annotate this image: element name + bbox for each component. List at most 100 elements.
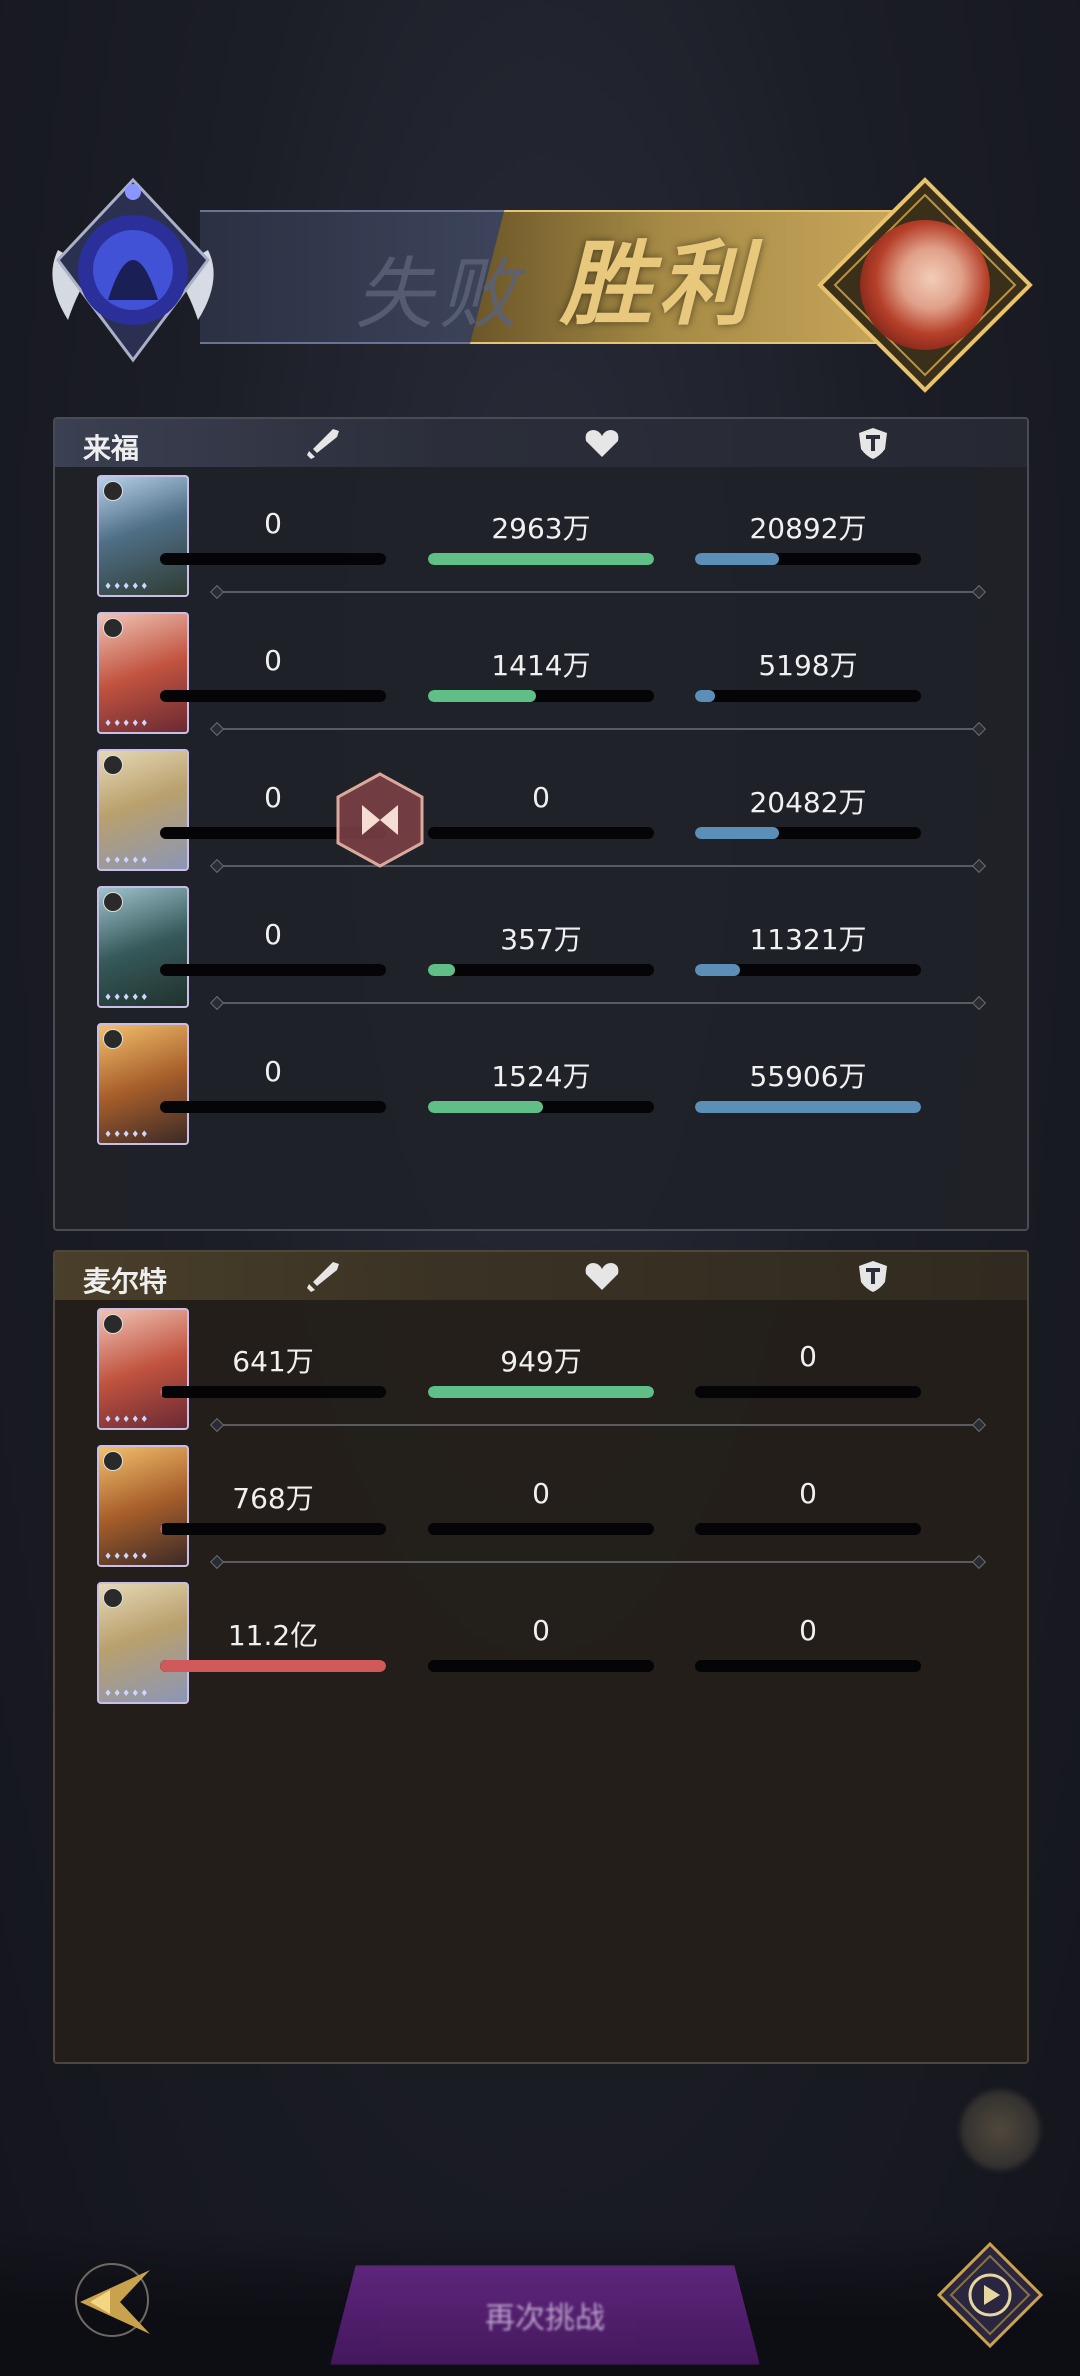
hero-stat-row: ♦♦♦♦♦ 0 1524万 55906万 — [55, 1015, 1027, 1145]
star-rating-icon: ♦♦♦♦♦ — [104, 993, 150, 1003]
team-header-1: 来福 — [55, 419, 1027, 467]
floating-assist-button[interactable] — [960, 2090, 1040, 2170]
star-rating-icon: ♦♦♦♦♦ — [104, 1689, 150, 1699]
shield-cell: 20892万 — [695, 507, 921, 567]
damage-cell: 0 — [160, 1055, 386, 1115]
heal-value: 357万 — [500, 923, 582, 956]
team-header-2: 麦尔特 — [55, 1252, 1027, 1300]
hero-stat-row: ♦♦♦♦♦ 11.2亿 0 0 — [55, 1574, 1027, 1704]
damage-cell: 641万 — [160, 1340, 386, 1400]
damage-cell: 0 — [160, 918, 386, 978]
damage-bar-fill — [160, 1386, 163, 1398]
shield-cell: 0 — [695, 1340, 921, 1400]
heal-bar — [428, 690, 654, 702]
shield-bar — [695, 1386, 921, 1398]
shield-bar — [695, 690, 921, 702]
shield-bar — [695, 827, 921, 839]
challenge-again-button[interactable]: 再次挑战 — [330, 2265, 760, 2365]
shield-cell: 0 — [695, 1477, 921, 1537]
shield-bar-fill — [695, 1101, 921, 1113]
sword-icon — [307, 1262, 339, 1292]
damage-bar — [160, 1101, 386, 1113]
shield-cell: 11321万 — [695, 918, 921, 978]
sword-icon — [307, 429, 339, 459]
damage-value: 11.2亿 — [227, 1619, 319, 1652]
damage-bar — [160, 1386, 386, 1398]
heal-value: 0 — [532, 1614, 550, 1647]
team-name-1: 来福 — [83, 432, 140, 465]
heal-bar-fill — [428, 964, 456, 976]
damage-value: 641万 — [232, 1345, 314, 1378]
shield-value: 55906万 — [749, 1060, 867, 1093]
heal-bar — [428, 1386, 654, 1398]
hero-stat-row: ♦♦♦♦♦ 0 1414万 5198万 — [55, 604, 1027, 734]
star-rating-icon: ♦♦♦♦♦ — [104, 582, 150, 592]
heal-bar-fill — [428, 690, 537, 702]
element-badge-icon — [103, 618, 123, 638]
damage-value: 0 — [264, 918, 282, 951]
shield-value: 0 — [799, 1340, 817, 1373]
team-panel-2: 麦尔特 ♦♦♦♦♦ 641万 949万 0 ♦♦♦♦♦ 768万 0 0 ♦♦♦♦♦ 11.2亿 0… — [53, 1250, 1029, 2064]
damage-value: 768万 — [232, 1482, 314, 1515]
element-badge-icon — [103, 481, 123, 501]
row-divider — [218, 1002, 978, 1004]
damage-bar — [160, 553, 386, 565]
player-avatar — [860, 220, 990, 350]
shield-value: 5198万 — [758, 649, 858, 682]
hero-stat-row: ♦♦♦♦♦ 768万 0 0 — [55, 1437, 1027, 1567]
heal-cell: 1414万 — [428, 644, 654, 704]
star-rating-icon: ♦♦♦♦♦ — [104, 1415, 150, 1425]
damage-value: 0 — [264, 507, 282, 540]
star-rating-icon: ♦♦♦♦♦ — [104, 719, 150, 729]
heal-cell: 0 — [428, 781, 654, 841]
shield-bar — [695, 1523, 921, 1535]
heal-value: 949万 — [500, 1345, 582, 1378]
heal-bar-fill — [428, 1386, 654, 1398]
heal-cell: 1524万 — [428, 1055, 654, 1115]
heal-cell: 357万 — [428, 918, 654, 978]
heal-bar — [428, 1523, 654, 1535]
hero-stat-row: ♦♦♦♦♦ 0 357万 11321万 — [55, 878, 1027, 1008]
heal-cell: 949万 — [428, 1340, 654, 1400]
damage-cell: 11.2亿 — [160, 1614, 386, 1674]
hero-stat-row: ♦♦♦♦♦ 0 2963万 20892万 — [55, 467, 1027, 597]
hero-stat-row: ♦♦♦♦♦ 0 0 20482万 — [55, 741, 1027, 871]
shield-bar — [695, 964, 921, 976]
row-divider — [218, 1561, 978, 1563]
damage-cell: 768万 — [160, 1477, 386, 1537]
heal-value: 1524万 — [491, 1060, 591, 1093]
skill-hex-button[interactable] — [330, 770, 430, 870]
damage-bar-fill — [160, 1660, 386, 1672]
heal-value: 2963万 — [491, 512, 591, 545]
shield-value: 20892万 — [749, 512, 867, 545]
heal-bar-fill — [428, 1101, 544, 1113]
heal-bar — [428, 553, 654, 565]
heal-bar — [428, 1660, 654, 1672]
element-badge-icon — [103, 1314, 123, 1334]
element-badge-icon — [103, 1451, 123, 1471]
shield-cell: 55906万 — [695, 1055, 921, 1115]
back-arrow-icon[interactable] — [50, 2250, 160, 2350]
hero-stat-row: ♦♦♦♦♦ 641万 949万 0 — [55, 1300, 1027, 1430]
damage-cell: 0 — [160, 644, 386, 704]
replay-icon[interactable] — [935, 2240, 1045, 2350]
defeat-label: 失败 — [355, 250, 524, 340]
heal-value: 0 — [532, 1477, 550, 1510]
star-rating-icon: ♦♦♦♦♦ — [104, 1552, 150, 1562]
star-rating-icon: ♦♦♦♦♦ — [104, 856, 150, 866]
damage-bar — [160, 1523, 386, 1535]
shield-bar — [695, 1101, 921, 1113]
team-panel-1: 来福 ♦♦♦♦♦ 0 2963万 20892万 ♦♦♦♦♦ 0 1414万 5198万 ♦♦♦♦… — [53, 417, 1029, 1231]
heal-cell: 0 — [428, 1477, 654, 1537]
element-badge-icon — [103, 892, 123, 912]
challenge-again-label: 再次挑战 — [485, 2301, 605, 2336]
shield-icon — [859, 1261, 887, 1292]
heal-bar — [428, 1101, 654, 1113]
shield-bar-fill — [695, 827, 779, 839]
damage-bar-fill — [160, 1523, 163, 1535]
element-badge-icon — [103, 755, 123, 775]
player-emblem — [790, 170, 1040, 400]
shield-value: 0 — [799, 1477, 817, 1510]
element-badge-icon — [103, 1588, 123, 1608]
row-divider — [218, 728, 978, 730]
